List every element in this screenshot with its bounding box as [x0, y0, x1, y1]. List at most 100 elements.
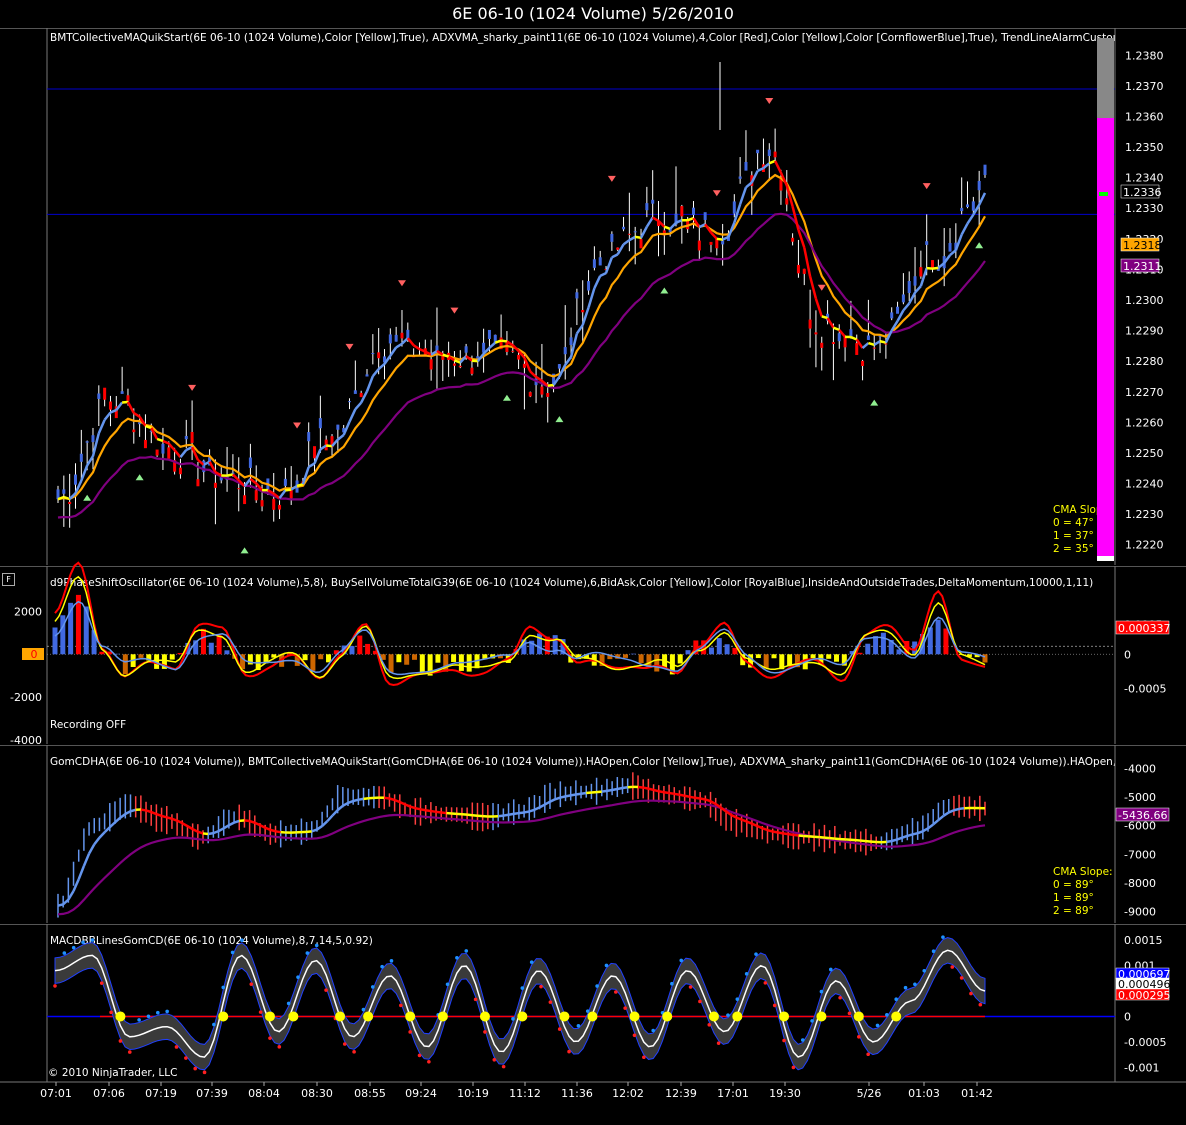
macd-dot [922, 968, 927, 973]
macd-dot [875, 1023, 880, 1028]
adxvma-segment [133, 411, 141, 418]
price-bar-body [872, 347, 876, 349]
macd-dot [305, 951, 310, 955]
volume-delta-bar [834, 654, 840, 662]
volume-delta-bar [865, 643, 871, 655]
macd-dot [903, 985, 908, 990]
price-bar-body [919, 267, 923, 277]
adxvma-segment [768, 159, 776, 165]
volume-delta-bar [318, 654, 324, 660]
adxvma-segment [406, 337, 415, 347]
osc-zero-tag-label: 0 [31, 648, 38, 661]
price-bar-body [960, 207, 964, 212]
adxvma-segment [645, 216, 654, 228]
price-y-tick: 1.2380 [1125, 49, 1164, 62]
macd-dot [529, 960, 534, 964]
price-bar-body [796, 264, 800, 274]
macd-y-tick: -0.0005 [1124, 1036, 1166, 1049]
adxvma-segment [826, 317, 835, 329]
price-bar-body [73, 474, 77, 485]
gomcd-adxvma-segment [62, 898, 70, 906]
price-bar-body [966, 204, 970, 208]
macd-zero-cross-marker [816, 1011, 827, 1022]
gomcd-adxvma-segment [704, 798, 711, 803]
gomcd-adxvma-segment [772, 830, 779, 834]
gomcd-adxvma-segment [642, 786, 649, 790]
volume-delta-bar [451, 654, 457, 662]
gomcd-adxvma-segment [202, 832, 209, 836]
osc-left-tick: 2000 [14, 605, 42, 618]
sell-arrow [188, 384, 197, 391]
gomcd-adxvma-segment [689, 795, 696, 800]
gomcd-adxvma-segment [922, 827, 929, 833]
gomcd-adxvma-segment [523, 810, 530, 814]
price-bar-body [808, 319, 812, 329]
adxvma-segment [669, 221, 677, 230]
price-bar-body [126, 395, 130, 402]
price-bar-body [388, 334, 392, 344]
time-tick-label: 12:02 [612, 1087, 644, 1100]
volume-delta-bar [115, 653, 121, 655]
price-bar-body [371, 353, 375, 355]
price-bar-body [610, 233, 614, 242]
gomcd-adxvma-segment [342, 801, 349, 807]
macd-dot [501, 1064, 506, 1069]
gomcd-adxvma-segment [730, 813, 737, 819]
price-bar-body [779, 179, 783, 191]
volume-delta-bar [732, 647, 738, 655]
gomcd-adxvma-segment [441, 811, 447, 815]
adxvma-segment [365, 375, 374, 392]
gomcd-adxvma-segment [93, 836, 101, 846]
macd-dot [399, 1003, 403, 1008]
volume-delta-bar [857, 652, 863, 655]
macd-dot [324, 988, 328, 992]
price-bar-body [429, 359, 433, 370]
adxvma-segment [639, 226, 648, 239]
gomcd-adxvma-segment [254, 821, 261, 827]
gomcd-adxvma-segment [648, 787, 654, 792]
buy-arrow [240, 547, 249, 554]
macd-dot [623, 1006, 627, 1010]
adxvma-segment [599, 271, 607, 277]
volume-delta-bar [216, 635, 222, 655]
time-tick-label: 07:06 [93, 1087, 125, 1100]
adxvma-segment [337, 434, 345, 441]
sell-arrow [607, 175, 616, 182]
price-bar-body [773, 151, 777, 158]
gomcd-adxvma-segment [948, 809, 955, 814]
adxvma-segment [663, 225, 671, 230]
price-bar-body [167, 447, 171, 459]
chart-canvas[interactable]: 1.2380 1.2370 1.2360 1.2350 1.2340 1.2330 1.23… [0, 0, 1186, 1125]
volume-delta-bar [943, 628, 949, 655]
price-bar-body [691, 207, 695, 216]
gomcd-adxvma-segment [746, 820, 753, 825]
gomcd-adxvma-segment [67, 890, 75, 901]
buy-arrow [555, 416, 564, 423]
macd-dot [679, 958, 684, 963]
sell-arrow [817, 284, 826, 291]
price-bar-body [377, 352, 381, 359]
adxvma-segment [587, 287, 596, 308]
macd-dot [642, 1055, 646, 1060]
macd-dot [941, 935, 945, 939]
gomcd-adxvma-segment [311, 828, 318, 833]
price-bar-body [108, 401, 112, 410]
time-tick-label: 08:04 [248, 1087, 280, 1100]
macd-dot [651, 1028, 655, 1033]
adxvma-segment [960, 222, 969, 236]
volume-delta-bar [52, 627, 58, 655]
adxvma-segment [173, 449, 182, 458]
price-bar-body [318, 418, 322, 429]
sell-arrow [345, 343, 354, 350]
gauge-top-gray [1097, 38, 1114, 118]
macd-zero-cross-marker [218, 1011, 229, 1022]
gomcd-adxvma-segment [829, 836, 835, 840]
price-bar-body [697, 240, 701, 251]
price-bar-body [890, 312, 894, 319]
gomcd-adxvma-segment [777, 831, 784, 835]
price-bar-body [464, 346, 468, 353]
gomcd-adxvma-segment [244, 819, 250, 823]
gomcd-adxvma-segment [223, 824, 230, 830]
price-bar-body [627, 233, 631, 235]
sell-arrow [397, 280, 406, 287]
